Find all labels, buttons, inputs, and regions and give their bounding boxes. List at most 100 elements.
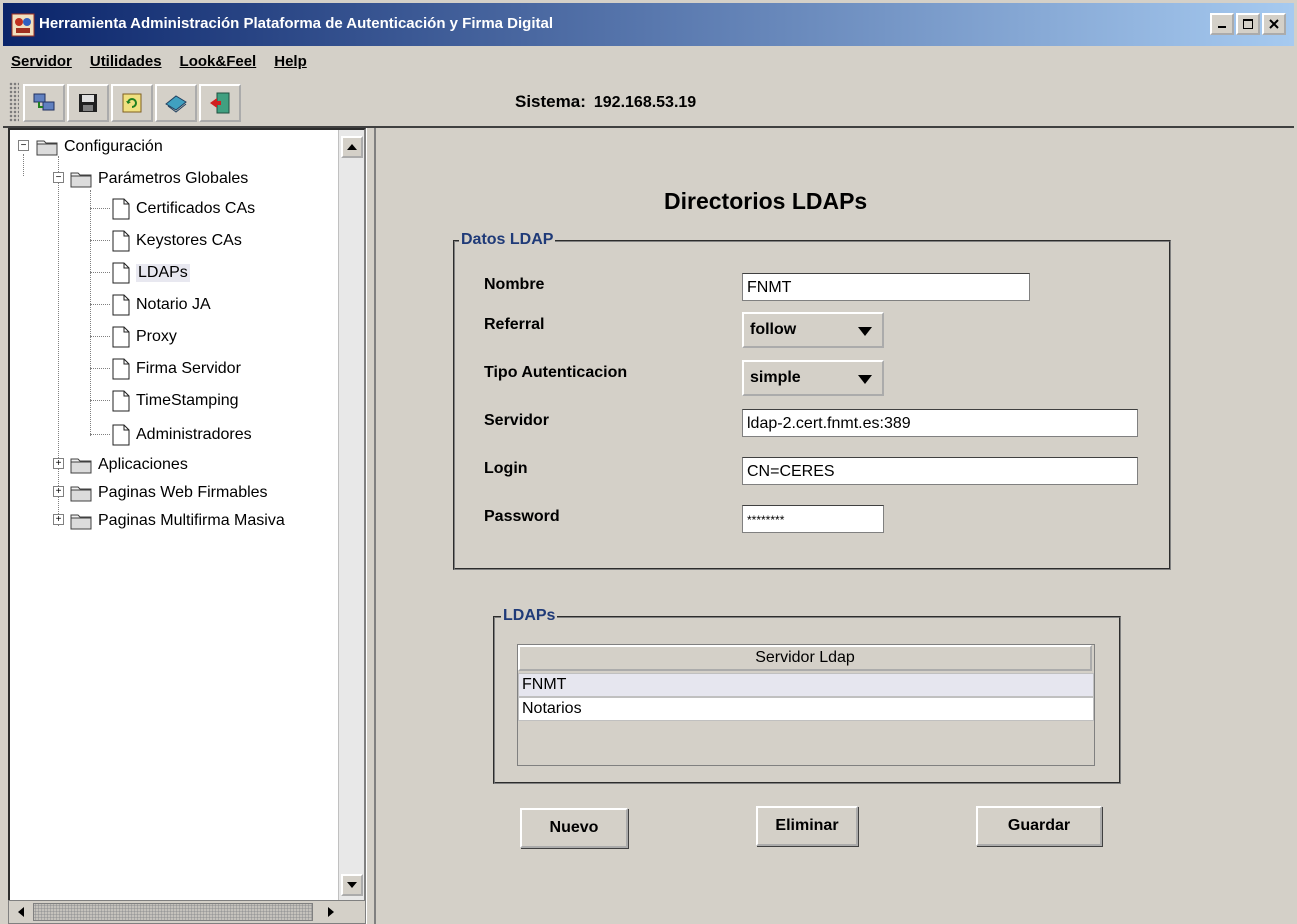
tree-label: Notario JA	[136, 296, 211, 313]
folder-open-icon	[36, 140, 58, 156]
folder-open-icon	[70, 172, 92, 188]
login-field[interactable]: CN=CERES	[742, 457, 1138, 485]
refresh-icon	[122, 93, 142, 113]
page-title: Directorios LDAPs	[664, 188, 868, 214]
arrow-left-icon[interactable]	[17, 907, 27, 917]
folder-icon	[70, 514, 92, 530]
save-toolbar-button[interactable]	[67, 84, 109, 122]
menu-look-and-feel[interactable]: Look&Feel	[180, 53, 257, 70]
book-icon	[165, 95, 187, 113]
expander-configuracion[interactable]: −	[18, 140, 29, 151]
title-bar: Herramienta Administración Plataforma de…	[0, 0, 1297, 46]
tree-node-notario-ja[interactable]: Notario JA	[112, 290, 211, 320]
file-icon	[112, 424, 130, 446]
nombre-field[interactable]: FNMT	[742, 273, 1030, 301]
tipo-autenticacion-label: Tipo Autenticacion	[484, 364, 628, 381]
tree-label: Aplicaciones	[98, 456, 188, 473]
arrow-up-icon	[347, 144, 357, 150]
menu-bar: Servidor Utilidades Look&Feel Help	[3, 46, 1294, 76]
referral-value: follow	[750, 321, 797, 338]
toolbar-grip[interactable]	[9, 82, 19, 122]
file-icon	[112, 230, 130, 252]
tree-node-firma-servidor[interactable]: Firma Servidor	[112, 354, 241, 384]
tree-label: Firma Servidor	[136, 360, 241, 377]
expander-multifirma[interactable]: +	[53, 514, 64, 525]
window-title: Herramienta Administración Plataforma de…	[39, 15, 554, 32]
table-header-servidor-ldap[interactable]: Servidor Ldap	[518, 645, 1092, 671]
close-icon	[1269, 19, 1279, 29]
file-icon	[112, 358, 130, 380]
folder-icon	[70, 458, 92, 474]
menu-servidor[interactable]: Servidor	[11, 53, 72, 70]
ldaps-legend: LDAPs	[501, 607, 558, 625]
tipo-autenticacion-value: simple	[750, 369, 801, 386]
tree-node-administradores[interactable]: Administradores	[112, 420, 252, 450]
sistema-label: Sistema:	[515, 92, 586, 111]
eliminar-button[interactable]: Eliminar	[756, 806, 858, 846]
file-icon	[112, 294, 130, 316]
tree-label: Paginas Multifirma Masiva	[98, 512, 285, 529]
tree-node-timestamping[interactable]: TimeStamping	[112, 386, 239, 416]
split-pane-divider[interactable]	[366, 128, 376, 924]
tree-node-proxy[interactable]: Proxy	[112, 322, 177, 352]
sistema-info: Sistema: 192.168.53.19	[515, 92, 696, 112]
tree-node-certificados-cas[interactable]: Certificados CAs	[112, 194, 255, 224]
servidor-field[interactable]: ldap-2.cert.fnmt.es:389	[742, 409, 1138, 437]
tree-node-paginas-multifirma[interactable]: Paginas Multifirma Masiva	[70, 506, 285, 536]
tree-vertical-scrollbar[interactable]	[338, 130, 364, 900]
network-icon	[33, 93, 55, 111]
menu-help[interactable]: Help	[274, 53, 307, 70]
maximize-button[interactable]	[1236, 13, 1260, 35]
expander-aplicaciones[interactable]: +	[53, 458, 64, 469]
scroll-up-button[interactable]	[341, 136, 363, 158]
file-icon	[112, 262, 130, 284]
nombre-label: Nombre	[484, 276, 545, 293]
exit-icon	[210, 92, 230, 114]
refresh-button[interactable]	[111, 84, 153, 122]
minimize-button[interactable]	[1210, 13, 1234, 35]
tree-node-ldaps[interactable]: LDAPs	[112, 258, 190, 288]
minimize-icon	[1218, 26, 1226, 28]
arrow-right-icon[interactable]	[325, 907, 335, 917]
maximize-icon	[1243, 19, 1253, 29]
tree-label: TimeStamping	[136, 392, 239, 409]
file-icon	[112, 198, 130, 220]
sistema-value: 192.168.53.19	[593, 94, 697, 111]
chevron-down-icon	[858, 375, 872, 384]
exit-button[interactable]	[199, 84, 241, 122]
scroll-thumb[interactable]	[33, 903, 313, 921]
guardar-button[interactable]: Guardar	[976, 806, 1102, 846]
help-book-button[interactable]	[155, 84, 197, 122]
file-icon	[112, 390, 130, 412]
folder-icon	[70, 486, 92, 502]
menu-utilidades[interactable]: Utilidades	[90, 53, 162, 70]
tree-node-parametros-globales[interactable]: Parámetros Globales	[70, 164, 248, 194]
tree-node-keystores-cas[interactable]: Keystores CAs	[112, 226, 242, 256]
referral-select[interactable]: follow	[742, 312, 884, 348]
expander-web-firmables[interactable]: +	[53, 486, 64, 497]
tree-label: Keystores CAs	[136, 232, 242, 249]
ldap-table: Servidor Ldap FNMT Notarios	[517, 644, 1095, 766]
tree-label: Proxy	[136, 328, 177, 345]
save-icon	[79, 94, 97, 112]
tree-label: Administradores	[136, 426, 252, 443]
tree-node-configuracion[interactable]: Configuración	[36, 132, 163, 162]
table-row[interactable]: FNMT	[518, 673, 1094, 697]
table-row[interactable]: Notarios	[518, 697, 1094, 721]
tree-node-paginas-web-firmables[interactable]: Paginas Web Firmables	[70, 478, 268, 508]
scroll-down-button[interactable]	[341, 874, 363, 896]
config-tree: − Configuración − Parámetros Globales Ce…	[10, 130, 338, 900]
tree-panel: − Configuración − Parámetros Globales Ce…	[8, 128, 366, 902]
connect-button[interactable]	[23, 84, 65, 122]
tree-horizontal-scrollbar[interactable]	[8, 900, 366, 924]
chevron-down-icon	[858, 327, 872, 336]
tree-node-aplicaciones[interactable]: Aplicaciones	[70, 450, 188, 480]
tree-label: Paginas Web Firmables	[98, 484, 268, 501]
file-icon	[112, 326, 130, 348]
password-field[interactable]: ********	[742, 505, 884, 533]
tipo-autenticacion-select[interactable]: simple	[742, 360, 884, 396]
expander-parametros-globales[interactable]: −	[53, 172, 64, 183]
arrow-down-icon	[347, 882, 357, 888]
close-button[interactable]	[1262, 13, 1286, 35]
nuevo-button[interactable]: Nuevo	[520, 808, 628, 848]
